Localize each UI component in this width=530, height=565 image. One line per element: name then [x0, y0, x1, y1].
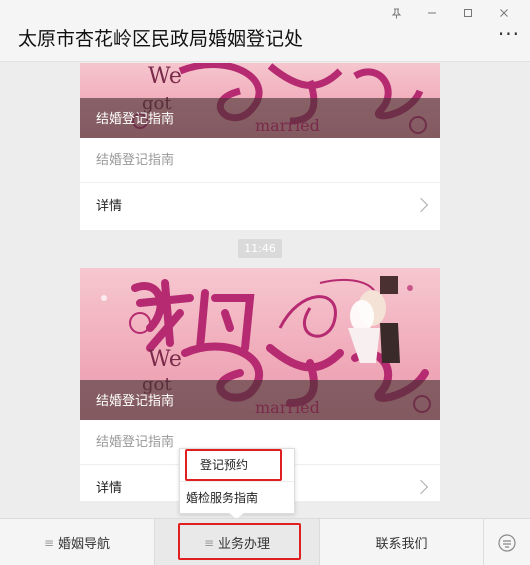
married-text-art: married — [255, 398, 320, 417]
window-controls — [378, 4, 522, 22]
article-banner[interactable]: We got 结婚登记指南 married — [80, 268, 440, 420]
menu-marriage-navigation[interactable]: ≡ 婚姻导航 — [0, 519, 155, 565]
minimize-icon[interactable] — [414, 4, 450, 22]
menu-lines-icon: ≡ — [43, 535, 55, 550]
highlight-business-menu — [178, 523, 301, 560]
menu-label: 婚姻导航 — [58, 537, 111, 552]
married-text-art: married — [255, 116, 320, 135]
details-label: 详情 — [96, 199, 123, 214]
chevron-right-icon — [413, 479, 429, 495]
chevron-right-icon — [413, 197, 429, 213]
more-options-button[interactable]: ··· — [498, 24, 520, 44]
keyboard-toggle-icon[interactable] — [484, 519, 530, 565]
article-details-link[interactable]: 详情 — [80, 183, 440, 230]
details-label: 详情 — [96, 481, 123, 496]
menu-item-premarital-guide[interactable]: 婚检服务指南 — [180, 481, 294, 513]
article-description: 结婚登记指南 — [80, 138, 440, 183]
window-title: 太原市杏花岭区民政局婚姻登记处 — [18, 28, 304, 50]
menu-label: 联系我们 — [375, 537, 428, 552]
highlight-appointment — [185, 449, 282, 481]
maximize-icon[interactable] — [450, 4, 486, 22]
article-card[interactable]: We got 结婚登记指南 married 结婚登记指南 详情 — [80, 63, 440, 230]
article-banner[interactable]: We got 结婚登记指南 married — [80, 63, 440, 138]
message-timestamp: 11:46 — [238, 239, 282, 258]
title-bar: 太原市杏花岭区民政局婚姻登记处 ··· — [0, 0, 530, 62]
menu-contact-us[interactable]: 联系我们 — [320, 519, 484, 565]
pin-icon[interactable] — [378, 4, 414, 22]
svg-text:married: married — [255, 398, 320, 417]
svg-text:married: married — [255, 116, 320, 135]
close-icon[interactable] — [486, 4, 522, 22]
